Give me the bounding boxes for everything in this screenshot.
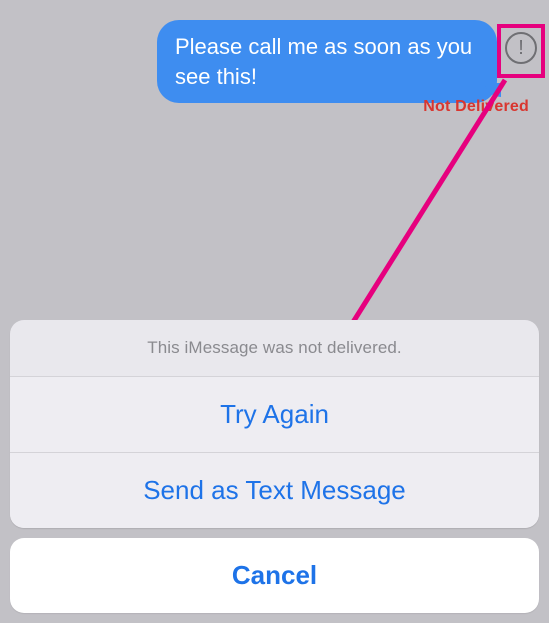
chat-area: Please call me as soon as you see this! … bbox=[0, 0, 549, 623]
cancel-button[interactable]: Cancel bbox=[10, 538, 539, 613]
action-sheet-cancel-group: Cancel bbox=[10, 538, 539, 613]
action-sheet: This iMessage was not delivered. Try Aga… bbox=[10, 320, 539, 613]
action-sheet-options-group: This iMessage was not delivered. Try Aga… bbox=[10, 320, 539, 528]
action-sheet-title: This iMessage was not delivered. bbox=[10, 320, 539, 376]
messages-screen: Please call me as soon as you see this! … bbox=[0, 0, 549, 623]
try-again-button[interactable]: Try Again bbox=[10, 376, 539, 452]
send-as-text-button[interactable]: Send as Text Message bbox=[10, 452, 539, 528]
